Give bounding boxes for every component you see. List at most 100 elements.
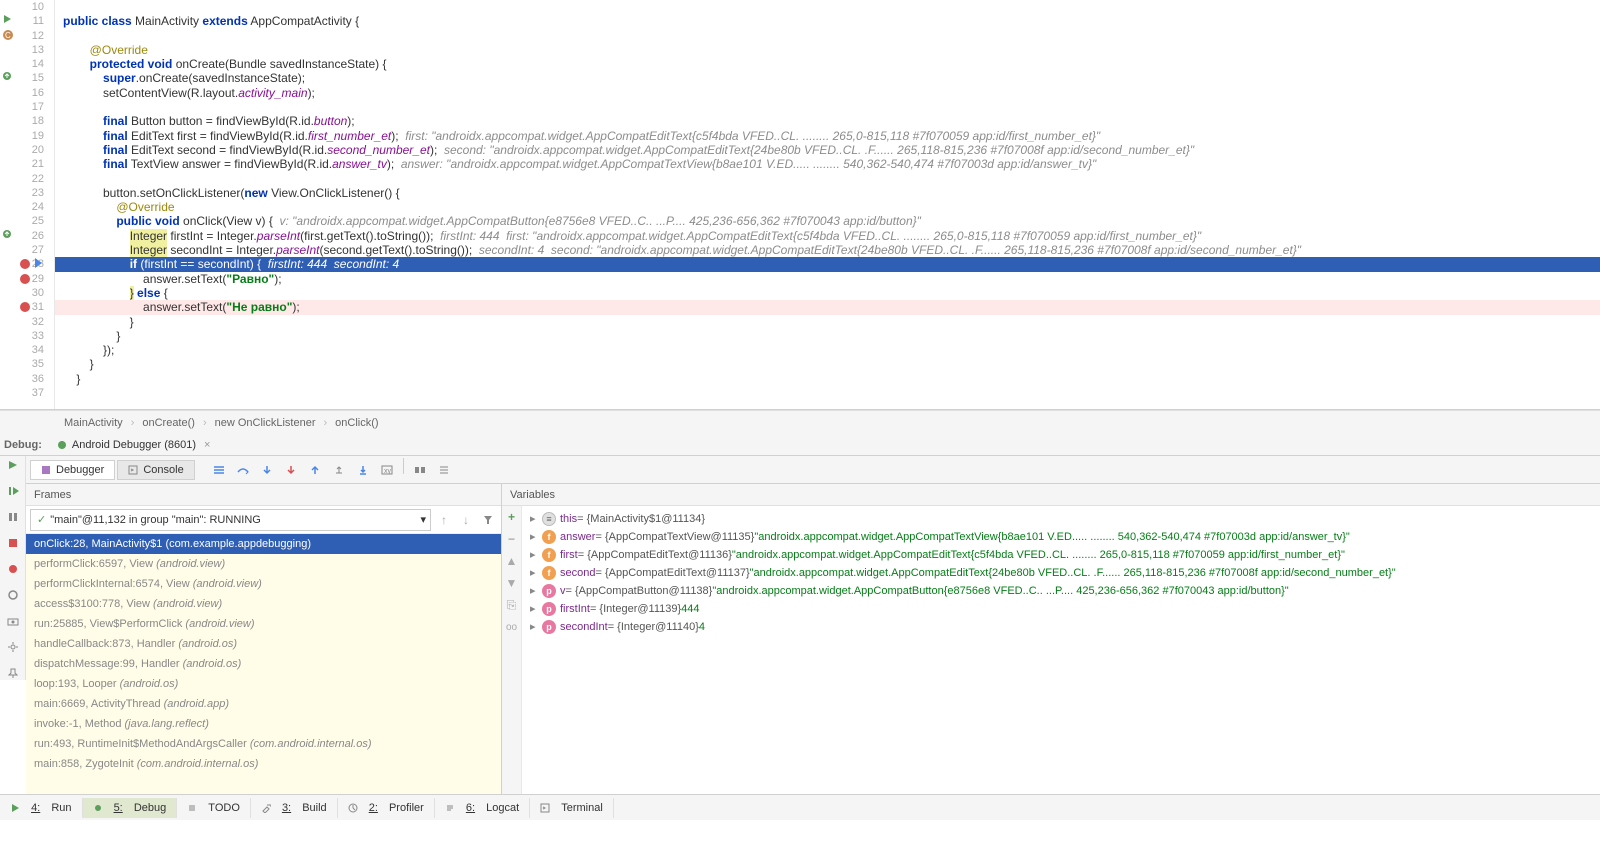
bottom-tab-build[interactable]: 3: Build — [251, 798, 338, 818]
gutter-line[interactable]: 34 — [0, 343, 44, 357]
code-line[interactable] — [55, 386, 1600, 400]
code-line[interactable]: answer.setText("Равно"); — [55, 272, 1600, 286]
bottom-tab-logcat[interactable]: 6: Logcat — [435, 798, 530, 818]
variable-item[interactable]: ▸pfirstInt = {Integer@11139} 444 — [526, 600, 1596, 618]
bottom-tab-debug[interactable]: 5: Debug — [83, 798, 178, 818]
code-line[interactable]: public class MainActivity extends AppCom… — [55, 14, 1600, 28]
camera-icon[interactable] — [6, 614, 20, 628]
duplicate-icon[interactable]: ⎘ — [505, 598, 519, 612]
mute-breakpoints-icon[interactable] — [6, 588, 20, 602]
breadcrumb-item[interactable]: onClick() — [335, 417, 378, 429]
gutter-line[interactable]: 16 — [0, 86, 44, 100]
gutter-line[interactable]: 15 — [0, 71, 44, 85]
gutter-line[interactable]: 10 — [0, 0, 44, 14]
variable-item[interactable]: ▸pv = {AppCompatButton@11138} "androidx.… — [526, 582, 1596, 600]
breadcrumb-item[interactable]: new OnClickListener — [215, 417, 316, 429]
gutter-line[interactable]: 28 — [0, 257, 44, 271]
code-line[interactable] — [55, 0, 1600, 14]
expand-icon[interactable]: ▸ — [530, 511, 542, 527]
stack-frame-item[interactable]: performClickInternal:6574, View (android… — [26, 574, 501, 594]
gutter-line[interactable]: 26 — [0, 229, 44, 243]
step-over-icon[interactable] — [231, 458, 255, 482]
remove-watch-icon[interactable]: − — [505, 532, 519, 546]
bottom-tab-terminal[interactable]: Terminal — [530, 798, 614, 818]
breakpoint-icon[interactable] — [20, 302, 30, 312]
up-icon[interactable]: ▲ — [505, 554, 519, 568]
gutter-line[interactable]: 14 — [0, 57, 44, 71]
variable-item[interactable]: ▸≡this = {MainActivity$1@11134} — [526, 510, 1596, 528]
code-line[interactable]: Integer firstInt = Integer.parseInt(firs… — [55, 229, 1600, 243]
code-line[interactable]: final EditText second = findViewById(R.i… — [55, 143, 1600, 157]
stack-frame-item[interactable]: onClick:28, MainActivity$1 (com.example.… — [26, 534, 501, 554]
gutter-line[interactable]: 27 — [0, 243, 44, 257]
stack-frame-item[interactable]: run:25885, View$PerformClick (android.vi… — [26, 614, 501, 634]
trace-current-stream-icon[interactable] — [408, 458, 432, 482]
gutter-line[interactable]: 31 — [0, 300, 44, 314]
prev-frame-icon[interactable]: ↑ — [435, 511, 453, 529]
code-line[interactable]: public void onClick(View v) { v: "androi… — [55, 214, 1600, 228]
force-step-into-icon[interactable] — [279, 458, 303, 482]
filter-icon[interactable] — [479, 511, 497, 529]
thread-combo[interactable]: ✓ "main"@11,132 in group "main": RUNNING… — [30, 509, 431, 531]
gutter-line[interactable]: 19 — [0, 129, 44, 143]
code-line[interactable]: }); — [55, 343, 1600, 357]
code-line[interactable]: final Button button = findViewById(R.id.… — [55, 114, 1600, 128]
evaluate-expression-icon[interactable]: xy — [375, 458, 399, 482]
code-line[interactable]: } else { — [55, 286, 1600, 300]
code-line[interactable] — [55, 29, 1600, 43]
bottom-tab-todo[interactable]: TODO — [177, 798, 251, 818]
gutter-line[interactable]: 22 — [0, 172, 44, 186]
code-line[interactable]: answer.setText("Не равно"); — [55, 300, 1600, 314]
breadcrumb-item[interactable]: MainActivity — [64, 417, 123, 429]
pin-icon[interactable] — [6, 666, 20, 680]
code-line[interactable]: } — [55, 315, 1600, 329]
expand-icon[interactable]: ▸ — [530, 583, 542, 599]
code-line[interactable]: if (firstInt == secondInt) { firstInt: 4… — [55, 257, 1600, 271]
gutter-line[interactable]: 11C — [0, 14, 44, 28]
code-line[interactable]: Integer secondInt = Integer.parseInt(sec… — [55, 243, 1600, 257]
resume-icon[interactable] — [6, 484, 20, 498]
tab-console[interactable]: Console — [117, 460, 194, 480]
step-into-icon[interactable] — [255, 458, 279, 482]
code-line[interactable]: final TextView answer = findViewById(R.i… — [55, 157, 1600, 171]
code-line[interactable]: } — [55, 357, 1600, 371]
stack-frame-item[interactable]: performClick:6597, View (android.view) — [26, 554, 501, 574]
code-line[interactable]: super.onCreate(savedInstanceState); — [55, 71, 1600, 85]
expand-icon[interactable]: ▸ — [530, 619, 542, 635]
gutter-line[interactable]: 18 — [0, 114, 44, 128]
gutter-line[interactable]: 12 — [0, 29, 44, 43]
gutter-line[interactable]: 20 — [0, 143, 44, 157]
frames-list[interactable]: onClick:28, MainActivity$1 (com.example.… — [26, 534, 501, 794]
bottom-tab-run[interactable]: 4: Run — [0, 798, 83, 818]
gutter-line[interactable]: 24 — [0, 200, 44, 214]
stack-frame-item[interactable]: invoke:-1, Method (java.lang.reflect) — [26, 714, 501, 734]
expand-icon[interactable]: ▸ — [530, 601, 542, 617]
add-watch-icon[interactable]: + — [505, 510, 519, 524]
gutter-line[interactable]: 37 — [0, 386, 44, 400]
breakpoint-icon[interactable] — [20, 259, 30, 269]
gutter-line[interactable]: 21 — [0, 157, 44, 171]
view-breakpoints-icon[interactable] — [6, 562, 20, 576]
code-line[interactable]: } — [55, 329, 1600, 343]
gutter-line[interactable]: 23 — [0, 186, 44, 200]
close-icon[interactable]: × — [204, 439, 210, 451]
show-execution-point-icon[interactable] — [207, 458, 231, 482]
gutter-line[interactable]: 17 — [0, 100, 44, 114]
code-line[interactable] — [55, 100, 1600, 114]
expand-icon[interactable]: ▸ — [530, 547, 542, 563]
tab-debugger[interactable]: Debugger — [30, 460, 115, 480]
code-line[interactable]: setContentView(R.layout.activity_main); — [55, 86, 1600, 100]
gutter-line[interactable]: 36 — [0, 372, 44, 386]
variable-item[interactable]: ▸psecondInt = {Integer@11140} 4 — [526, 618, 1596, 636]
breadcrumb[interactable]: MainActivity›onCreate()›new OnClickListe… — [0, 410, 1600, 434]
layout-icon[interactable] — [432, 458, 456, 482]
gutter-line[interactable]: 29 — [0, 272, 44, 286]
run-to-cursor-icon[interactable] — [351, 458, 375, 482]
stop-icon[interactable] — [6, 536, 20, 550]
breadcrumb-item[interactable]: onCreate() — [142, 417, 195, 429]
code-line[interactable]: protected void onCreate(Bundle savedInst… — [55, 57, 1600, 71]
glasses-icon[interactable]: oo — [505, 620, 519, 634]
stack-frame-item[interactable]: dispatchMessage:99, Handler (android.os) — [26, 654, 501, 674]
settings-icon[interactable] — [6, 640, 20, 654]
gutter-line[interactable]: 13 — [0, 43, 44, 57]
